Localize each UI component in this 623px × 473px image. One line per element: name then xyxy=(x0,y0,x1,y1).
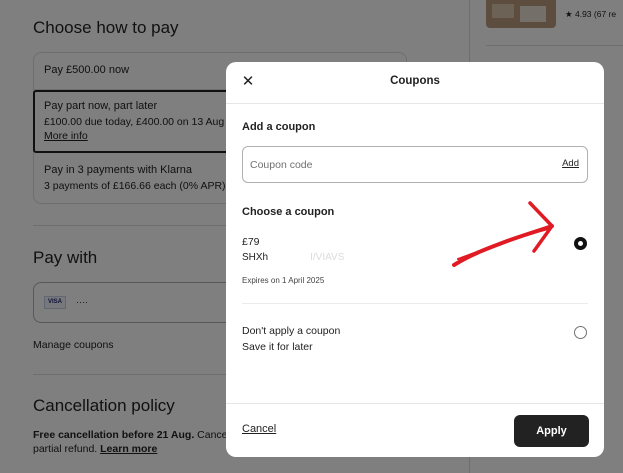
coupon-expiry: Expires on 1 April 2025 xyxy=(242,276,325,285)
no-coupon-radio[interactable] xyxy=(574,326,587,339)
choose-coupon-label: Choose a coupon xyxy=(242,206,335,218)
modal-header: ✕ Coupons xyxy=(226,62,604,104)
no-coupon-title: Don't apply a coupon xyxy=(242,325,341,337)
coupon-code-field: Add xyxy=(242,146,588,183)
add-coupon-label: Add a coupon xyxy=(242,121,316,133)
coupon-code-input[interactable] xyxy=(250,156,540,174)
apply-button[interactable]: Apply xyxy=(514,415,589,447)
annotation-arrow-icon xyxy=(452,201,554,267)
modal-title: Coupons xyxy=(390,75,440,87)
cancel-button[interactable]: Cancel xyxy=(242,423,276,435)
no-coupon-subtitle: Save it for later xyxy=(242,341,313,353)
modal-footer-divider xyxy=(226,403,604,404)
coupon-amount: £79 xyxy=(242,236,260,248)
coupon-radio-selected[interactable] xyxy=(574,237,587,250)
add-coupon-button[interactable]: Add xyxy=(562,158,579,169)
coupon-code: SHXh I/VIAVS xyxy=(242,252,345,263)
